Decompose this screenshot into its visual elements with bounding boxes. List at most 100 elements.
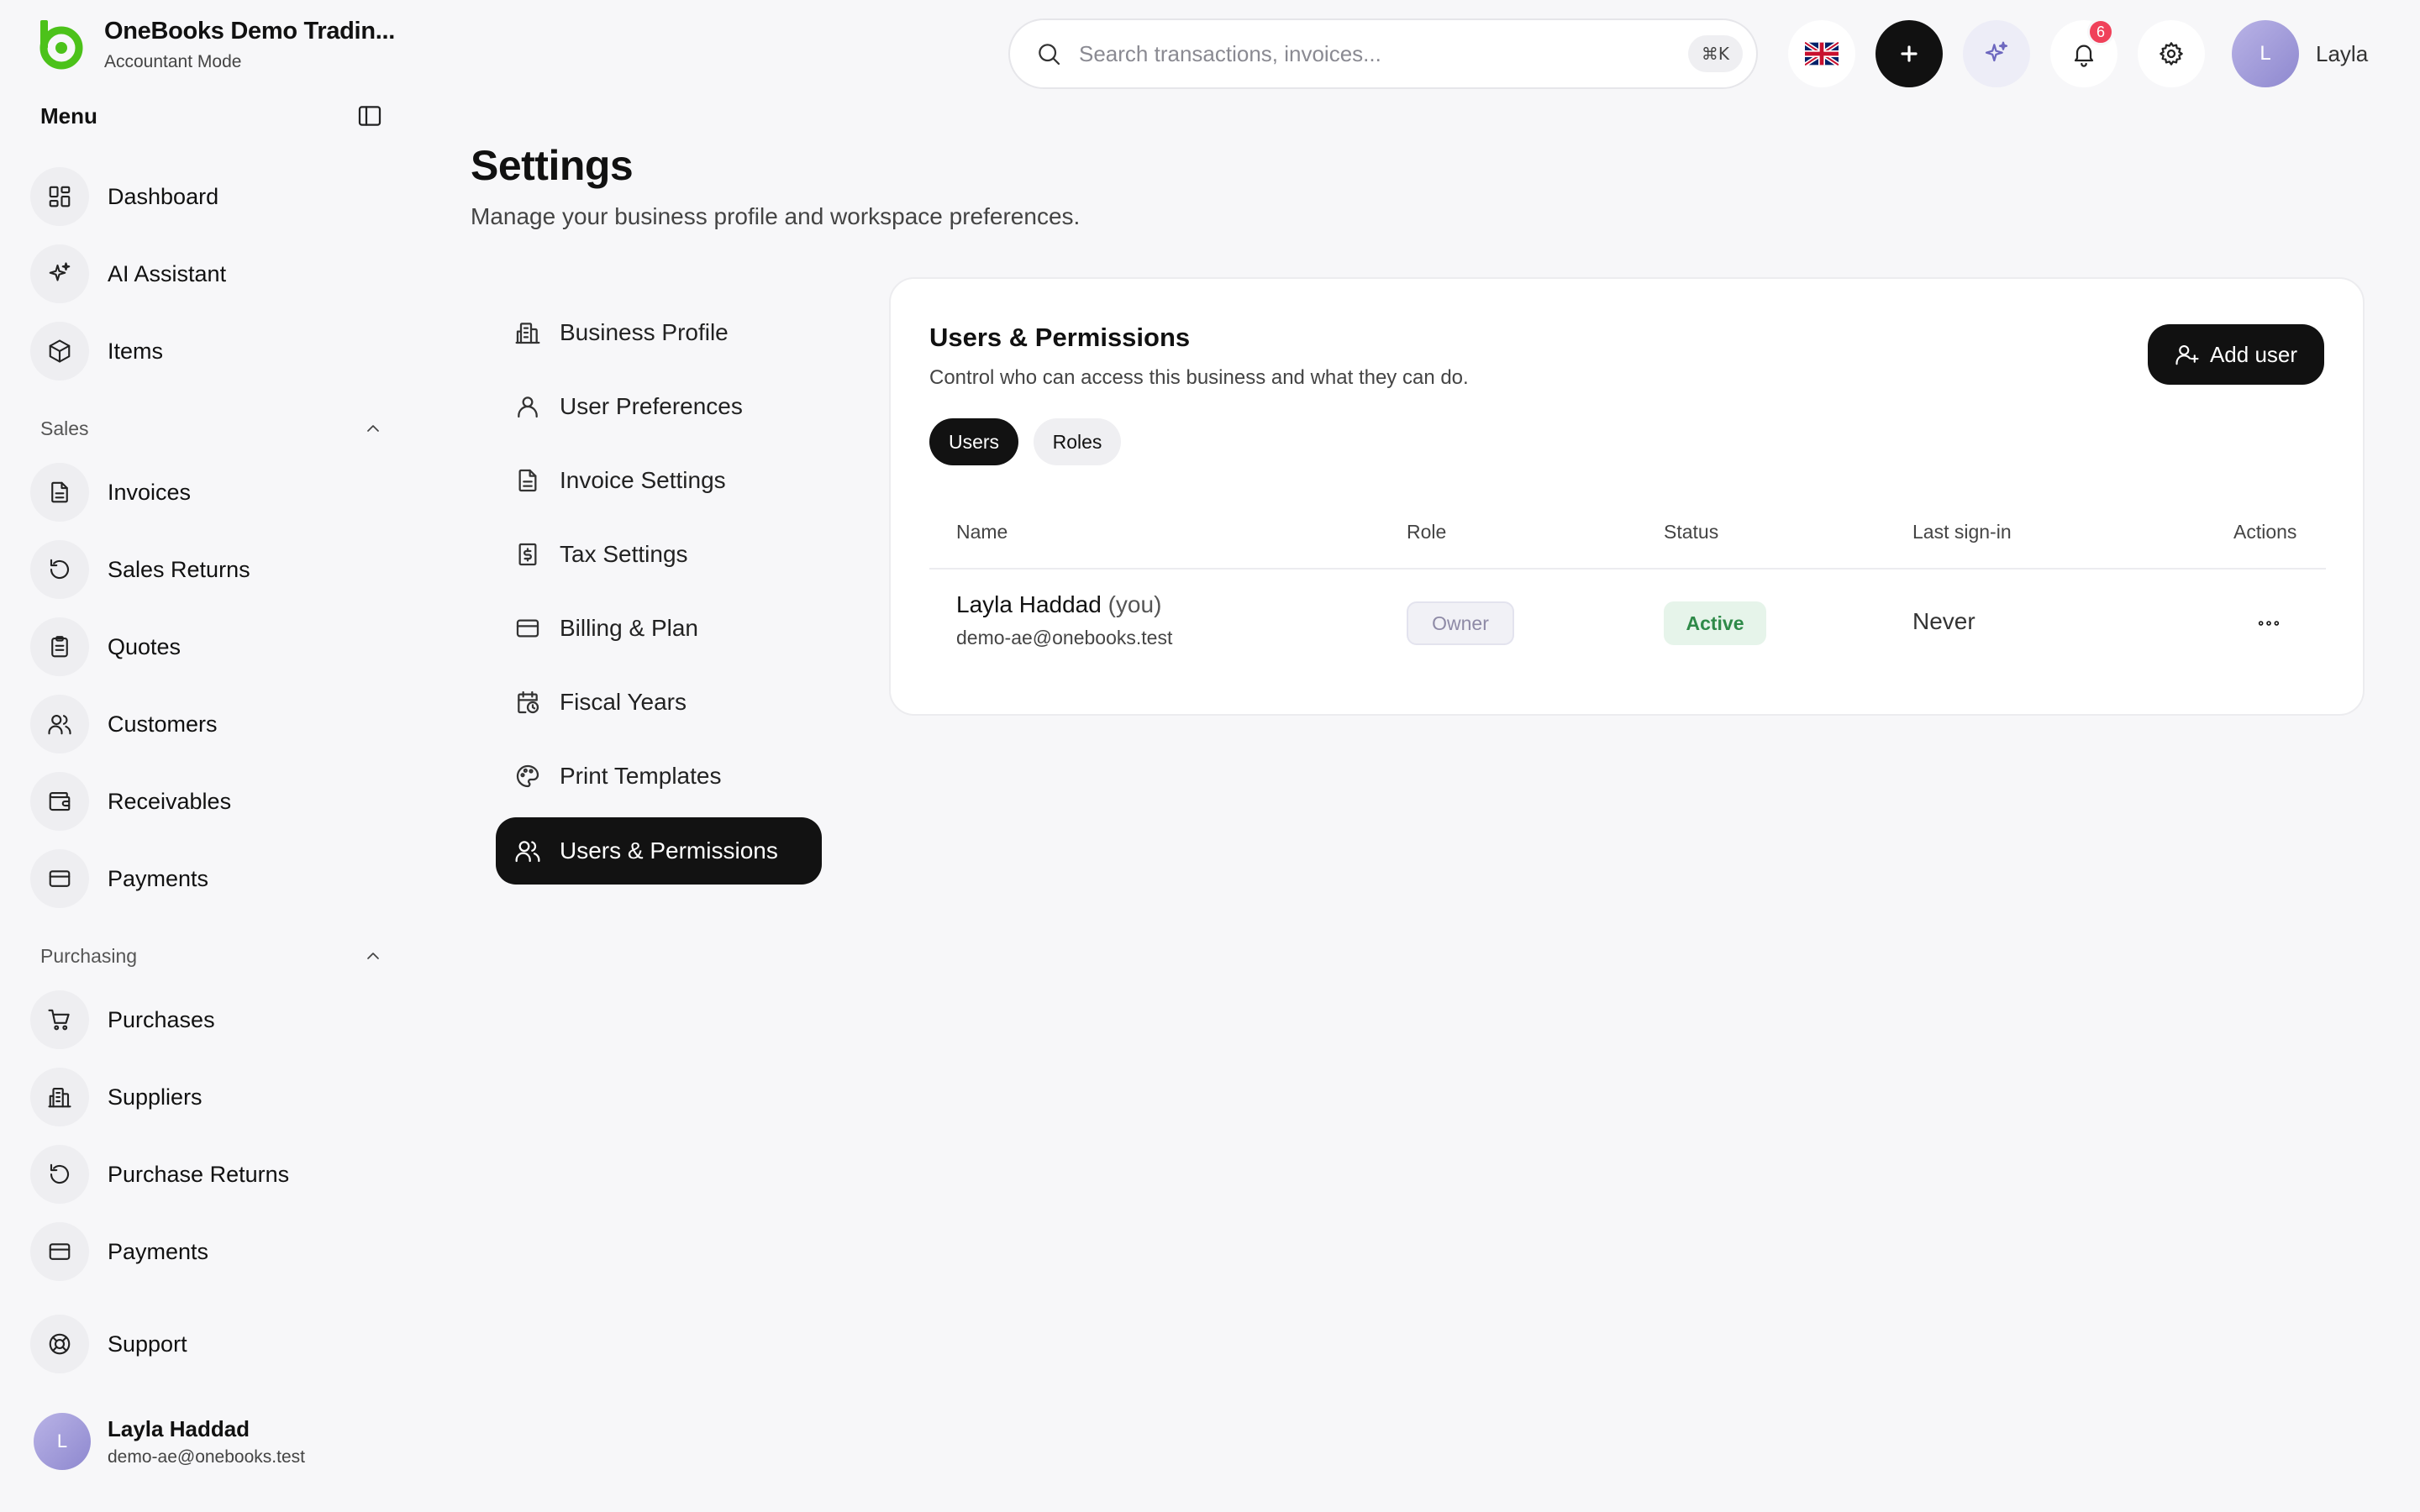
settings-nav-business-profile[interactable]: Business Profile: [496, 299, 822, 366]
settings-nav-billing-plan[interactable]: Billing & Plan: [496, 595, 822, 662]
sidebar-item-purchase-payments[interactable]: Payments: [30, 1218, 383, 1285]
sidebar-item-purchases[interactable]: Purchases: [30, 986, 383, 1053]
settings-button[interactable]: [2138, 20, 2205, 87]
sidebar-item-label: Items: [108, 338, 164, 364]
building-icon: [48, 1087, 71, 1108]
sidebar-item-label: Suppliers: [108, 1084, 203, 1110]
tab-users[interactable]: Users: [929, 418, 1018, 465]
chevron-up-icon: [367, 425, 379, 432]
status-badge: Active: [1664, 601, 1766, 645]
rotate-icon: [50, 559, 70, 580]
sidebar-item-sales-returns[interactable]: Sales Returns: [30, 536, 383, 603]
settings-nav-users-permissions[interactable]: Users & Permissions: [496, 817, 822, 885]
sidebar-item-invoices[interactable]: Invoices: [30, 459, 383, 526]
sidebar-item-label: Quotes: [108, 633, 182, 659]
notifications-button[interactable]: 6: [2050, 18, 2118, 87]
plus-icon: [1901, 45, 1918, 62]
page-subtitle: Manage your business profile and workspa…: [471, 203, 1081, 229]
sidebar-item-payments[interactable]: Payments: [30, 845, 383, 912]
card-title: Users & Permissions: [929, 323, 1191, 352]
current-user-name: Layla Haddad: [108, 1415, 250, 1441]
row-actions-button[interactable]: [2244, 598, 2294, 648]
lifebuoy-icon: [49, 1333, 71, 1355]
gear-icon: [2160, 42, 2183, 66]
credit-card-icon: [49, 870, 71, 887]
rotate-icon: [50, 1163, 70, 1184]
sidebar-item-purchase-returns[interactable]: Purchase Returns: [30, 1141, 383, 1208]
sidebar-item-dashboard[interactable]: Dashboard: [30, 163, 383, 230]
settings-nav-fiscal-years[interactable]: Fiscal Years: [496, 669, 822, 736]
settings-nav-label: User Preferences: [560, 393, 743, 419]
onebooks-logo-icon: [39, 20, 83, 70]
notification-count-badge: 6: [2087, 18, 2114, 45]
credit-card-icon: [516, 619, 539, 638]
menu-title: Menu: [40, 102, 97, 129]
uk-flag-icon: [1805, 42, 1839, 66]
sidebar-item-suppliers[interactable]: Suppliers: [30, 1063, 383, 1131]
settings-nav-print-templates[interactable]: Print Templates: [496, 743, 822, 810]
building-icon: [515, 323, 540, 344]
settings-nav-label: Fiscal Years: [560, 689, 687, 715]
settings-nav-label: Tax Settings: [560, 541, 688, 567]
sidebar-item-label: Payments: [108, 1238, 209, 1264]
settings-nav-label: Print Templates: [560, 763, 722, 789]
settings-nav-label: Users & Permissions: [560, 837, 778, 864]
table-divider: [929, 568, 2326, 570]
box-icon: [49, 339, 71, 363]
shortcut-hint: ⌘K: [1687, 35, 1743, 72]
ai-assistant-button[interactable]: [1963, 20, 2030, 87]
sidebar-item-items[interactable]: Items: [30, 318, 383, 385]
card-subtitle: Control who can access this business and…: [929, 366, 1469, 389]
section-label: Sales: [40, 417, 89, 439]
settings-nav-label: Invoice Settings: [560, 467, 726, 493]
search-bar: ⌘K: [1008, 18, 1758, 89]
search-input[interactable]: [1077, 39, 1660, 68]
column-header-last-sign-in: Last sign-in: [1912, 521, 2012, 543]
sidebar-item-label: Sales Returns: [108, 556, 250, 582]
sparkles-icon: [49, 262, 71, 281]
sidebar-toggle-icon: [358, 106, 381, 126]
brand[interactable]: OneBooks Demo Tradin... Accountant Mode: [32, 17, 395, 72]
profile-name: Layla: [2316, 40, 2369, 66]
sidebar-item-quotes[interactable]: Quotes: [30, 613, 383, 680]
current-user-card[interactable]: L Layla Haddad demo-ae@onebooks.test: [34, 1413, 305, 1470]
clipboard-icon: [51, 636, 68, 658]
purchasing-section-toggle[interactable]: Purchasing: [40, 941, 383, 971]
create-new-button[interactable]: [1876, 20, 1943, 87]
mode-label: Accountant Mode: [104, 51, 242, 71]
sidebar-item-label: Invoices: [108, 479, 192, 505]
settings-nav-label: Billing & Plan: [560, 615, 698, 641]
file-text-icon: [51, 481, 68, 503]
sales-section-toggle[interactable]: Sales: [40, 413, 383, 444]
sidebar: OneBooks Demo Tradin... Accountant Mode …: [0, 0, 403, 1512]
settings-nav-label: Business Profile: [560, 319, 729, 345]
sidebar-item-customers[interactable]: Customers: [30, 690, 383, 758]
last-sign-in: Never: [1912, 608, 1975, 634]
profile-menu[interactable]: L Layla: [2232, 20, 2368, 87]
settings-nav-tax-settings[interactable]: Tax Settings: [496, 521, 822, 588]
users-icon: [515, 841, 540, 863]
you-tag: (you): [1107, 591, 1162, 617]
column-header-role: Role: [1407, 521, 1447, 543]
users-permissions-card: Users & Permissions Control who can acce…: [889, 277, 2365, 716]
sparkles-icon: [1985, 41, 2008, 62]
sidebar-item-ai-assistant[interactable]: AI Assistant: [30, 240, 383, 307]
sidebar-item-support[interactable]: Support: [30, 1310, 383, 1378]
credit-card-icon: [49, 1243, 71, 1260]
settings-nav-invoice-settings[interactable]: Invoice Settings: [496, 447, 822, 514]
sidebar-toggle-button[interactable]: [356, 102, 383, 129]
sidebar-item-receivables[interactable]: Receivables: [30, 768, 383, 835]
avatar: L: [34, 1413, 91, 1470]
user-name-cell: Layla Haddad (you): [956, 591, 1161, 618]
page-title: Settings: [471, 142, 634, 189]
calendar-clock-icon: [518, 690, 539, 714]
sidebar-item-label: Dashboard: [108, 183, 219, 209]
users-icon: [48, 714, 71, 735]
language-button[interactable]: [1788, 20, 1855, 87]
add-user-button[interactable]: Add user: [2148, 324, 2324, 385]
add-user-label: Add user: [2209, 341, 2298, 367]
tab-roles[interactable]: Roles: [1034, 418, 1121, 465]
wallet-icon: [49, 791, 71, 811]
file-text-icon: [518, 469, 537, 492]
settings-nav-user-preferences[interactable]: User Preferences: [496, 373, 822, 440]
